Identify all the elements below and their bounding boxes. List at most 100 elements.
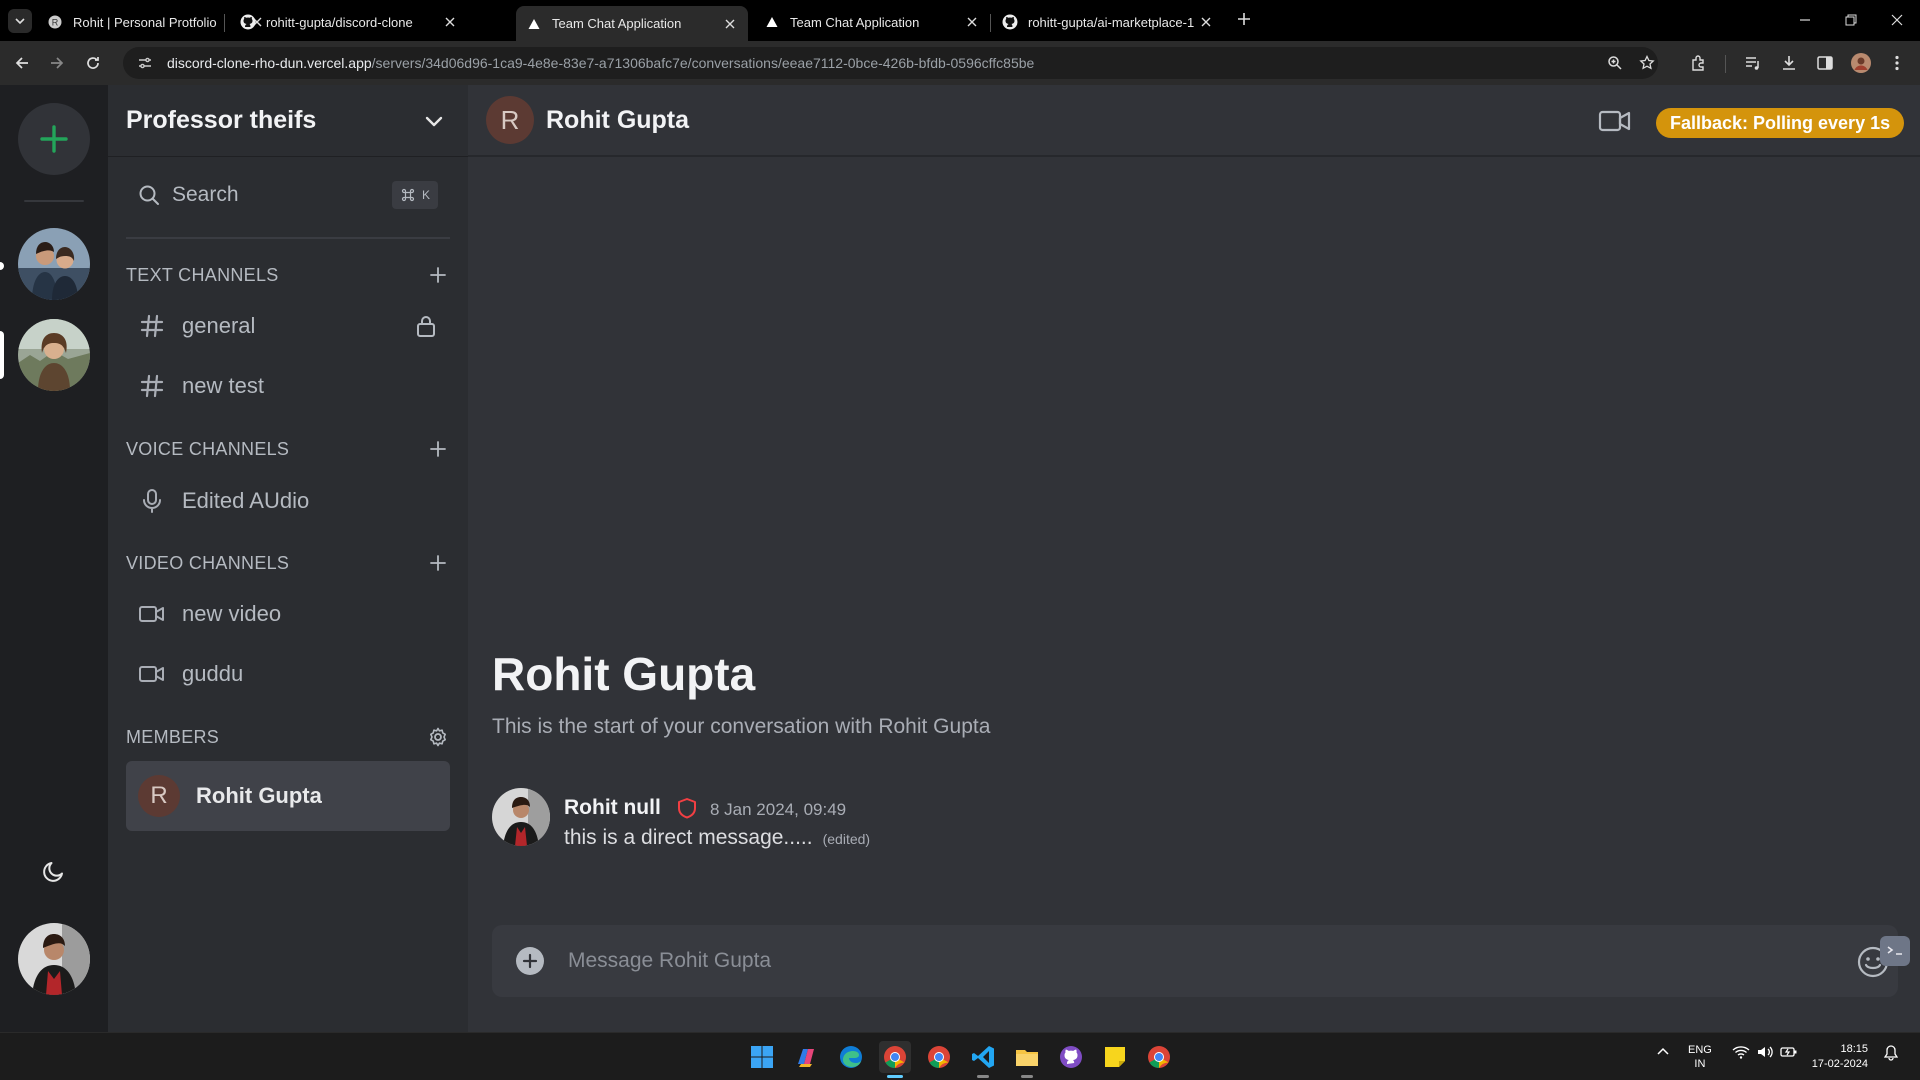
floating-extension-button[interactable] xyxy=(1880,936,1910,966)
message-author[interactable]: Rohit null xyxy=(564,796,661,820)
server-icon-portrait[interactable] xyxy=(18,319,90,391)
download-icon[interactable] xyxy=(1778,52,1800,74)
section-title: MEMBERS xyxy=(126,726,220,747)
region-code: IN xyxy=(1694,1058,1706,1070)
restore-button[interactable] xyxy=(1828,6,1874,34)
github-icon xyxy=(1002,14,1018,30)
add-video-channel-button[interactable] xyxy=(426,551,450,575)
channel-name: Edited AUdio xyxy=(182,488,310,513)
reload-icon xyxy=(87,57,99,69)
file-explorer-taskbar-icon[interactable] xyxy=(1011,1041,1043,1078)
search-icon xyxy=(139,185,159,205)
profile-avatar-icon[interactable] xyxy=(1850,52,1872,74)
tab-title: Rohit | Personal Protfolio xyxy=(73,14,217,30)
windows-taskbar: ENG IN 18:15 17-02-2024 xyxy=(0,1032,1920,1080)
welcome-title: Rohit Gupta xyxy=(492,648,756,700)
side-panel-icon[interactable] xyxy=(1814,52,1836,74)
language-indicator[interactable]: ENG IN xyxy=(1688,1043,1712,1071)
video-icon xyxy=(138,600,166,628)
channel-item-new-test[interactable]: new test xyxy=(126,361,450,411)
close-icon xyxy=(1891,14,1903,26)
chrome-alt-taskbar-icon[interactable] xyxy=(1143,1041,1175,1073)
vscode-taskbar-icon[interactable] xyxy=(967,1041,999,1078)
sticky-notes-taskbar-icon[interactable] xyxy=(1099,1041,1131,1073)
manage-members-button[interactable] xyxy=(426,725,450,749)
clock-date: 17-02-2024 xyxy=(1811,1058,1868,1070)
tab-title: rohitt-gupta/ai-marketplace-1 xyxy=(1028,14,1195,30)
moon-icon xyxy=(43,862,63,882)
user-avatar-button[interactable] xyxy=(18,923,90,995)
member-item[interactable]: R Rohit Gupta xyxy=(126,761,450,831)
close-icon[interactable] xyxy=(1198,14,1214,30)
close-icon[interactable] xyxy=(964,14,980,30)
message-item[interactable]: Rohit null 8 Jan 2024, 09:49 this is a d… xyxy=(492,788,1492,852)
notification-bell-icon[interactable] xyxy=(1884,1045,1898,1061)
search-button[interactable]: Search K xyxy=(126,171,450,219)
avatar[interactable] xyxy=(492,788,550,846)
status-badge: Fallback: Polling every 1s xyxy=(1656,108,1905,138)
browser-tab[interactable]: rohitt-gupta/ai-marketplace-1 xyxy=(992,6,1224,38)
window-close-button[interactable] xyxy=(1874,6,1920,34)
server-header-dropdown[interactable]: Professor theifs xyxy=(108,85,468,157)
chrome-taskbar-icon[interactable] xyxy=(879,1041,911,1078)
tab-search-button[interactable] xyxy=(8,9,32,33)
shield-icon xyxy=(678,798,696,819)
plus-icon xyxy=(1238,13,1250,25)
close-icon[interactable] xyxy=(442,14,458,30)
r-circle-icon: R xyxy=(47,14,63,30)
new-tab-button[interactable] xyxy=(1234,9,1254,29)
text-channels-header: TEXT CHANNELS xyxy=(126,260,450,290)
wifi-icon[interactable] xyxy=(1732,1045,1750,1059)
message-timestamp: 8 Jan 2024, 09:49 xyxy=(710,800,847,819)
video-channels-header: VIDEO CHANNELS xyxy=(126,548,450,578)
address-bar[interactable]: discord-clone-rho-dun.vercel.app/servers… xyxy=(123,47,1658,79)
zoom-icon[interactable] xyxy=(1605,53,1625,73)
site-info-icon[interactable] xyxy=(135,53,155,73)
search-label: Search xyxy=(172,183,239,206)
close-icon[interactable] xyxy=(722,16,738,32)
members-header: MEMBERS xyxy=(126,722,450,752)
github-desktop-taskbar-icon[interactable] xyxy=(1055,1041,1087,1073)
chrome-profile-taskbar-icon[interactable] xyxy=(923,1041,955,1073)
copilot-taskbar-icon[interactable] xyxy=(790,1041,822,1073)
server-icon-group-photo[interactable] xyxy=(18,228,90,300)
system-clock[interactable]: 18:15 17-02-2024 xyxy=(1808,1042,1868,1072)
tab-title: Team Chat Application xyxy=(552,16,682,31)
video-call-icon[interactable] xyxy=(1598,107,1632,135)
chat-area: R Rohit Gupta Fallback: Polling every 1s… xyxy=(468,85,1920,1032)
bookmark-star-icon[interactable] xyxy=(1637,53,1657,73)
channel-item-general[interactable]: general xyxy=(126,301,450,351)
forward-button[interactable] xyxy=(45,51,69,75)
add-voice-channel-button[interactable] xyxy=(426,437,450,461)
message-input[interactable] xyxy=(568,943,1768,979)
edge-taskbar-icon[interactable] xyxy=(835,1041,867,1073)
video-icon xyxy=(138,660,166,688)
channel-item-edited-audio[interactable]: Edited AUdio xyxy=(126,476,450,526)
welcome-subtitle: This is the start of your conversation w… xyxy=(492,715,991,738)
tray-overflow-icon[interactable] xyxy=(1656,1045,1670,1059)
reload-button[interactable] xyxy=(81,51,105,75)
channel-item-new-video[interactable]: new video xyxy=(126,589,450,639)
browser-tab-active[interactable]: Team Chat Application xyxy=(516,6,748,41)
back-button[interactable] xyxy=(10,51,34,75)
url-host: discord-clone-rho-dun.vercel.app xyxy=(167,55,372,71)
member-avatar: R xyxy=(138,775,180,817)
more-menu-icon[interactable] xyxy=(1886,52,1908,74)
extensions-icon[interactable] xyxy=(1688,52,1710,74)
start-button[interactable] xyxy=(746,1041,778,1073)
battery-icon[interactable] xyxy=(1780,1045,1798,1059)
theme-toggle-button[interactable] xyxy=(38,855,70,887)
chat-header: R Rohit Gupta Fallback: Polling every 1s xyxy=(468,85,1920,157)
add-text-channel-button[interactable] xyxy=(426,263,450,287)
channel-item-guddu[interactable]: guddu xyxy=(126,649,450,699)
volume-icon[interactable] xyxy=(1756,1045,1774,1059)
minimize-button[interactable] xyxy=(1782,6,1828,34)
browser-tab[interactable]: Team Chat Application xyxy=(754,6,990,38)
search-shortcut: K xyxy=(391,181,438,209)
media-control-icon[interactable] xyxy=(1742,52,1764,74)
add-server-button[interactable] xyxy=(18,103,90,175)
browser-tab[interactable]: rohitt-gupta/discord-clone xyxy=(230,6,468,38)
hash-icon xyxy=(138,312,166,340)
chat-app: Professor theifs Search K TEXT CHANNELS … xyxy=(0,85,1920,1032)
attach-file-button[interactable] xyxy=(516,947,544,975)
